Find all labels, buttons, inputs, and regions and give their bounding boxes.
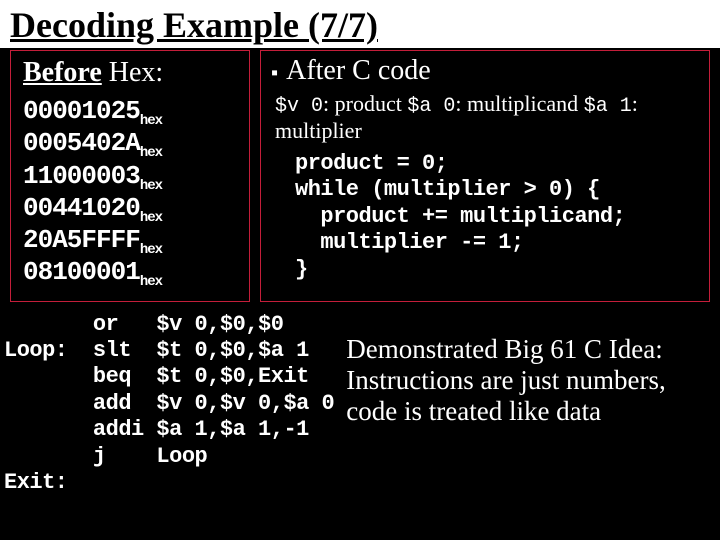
hex-suffix: hex: [140, 275, 162, 291]
hex-suffix: hex: [140, 145, 162, 161]
hex-list: 00001025hex 0005402Ahex 11000003hex 0044…: [23, 97, 237, 291]
bullet-icon: ▪: [271, 62, 278, 84]
reg-a1: $a 1: [584, 95, 632, 118]
hex-value: 00001025: [23, 96, 140, 126]
hex-suffix: hex: [140, 178, 162, 194]
hex-value: 0005402A: [23, 128, 140, 158]
hex-row: 00001025hex: [23, 97, 237, 129]
hex-row: 0005402Ahex: [23, 129, 237, 161]
reg-a0-desc: : multiplicand: [455, 91, 583, 116]
reg-v0-desc: : product: [323, 91, 407, 116]
bottom-row: or $v 0,$0,$0 Loop: slt $t 0,$0,$a 1 beq…: [4, 312, 710, 497]
before-heading: Before Hex:: [23, 57, 237, 89]
hex-suffix: hex: [140, 113, 162, 129]
hex-suffix: hex: [140, 242, 162, 258]
hex-row: 11000003hex: [23, 162, 237, 194]
hex-value: 08100001: [23, 257, 140, 287]
big-idea-text: Demonstrated Big 61 C Idea: Instructions…: [346, 334, 710, 497]
c-code: product = 0; while (multiplier > 0) { pr…: [295, 151, 699, 283]
hex-value: 11000003: [23, 161, 140, 191]
reg-v0: $v 0: [275, 95, 323, 118]
hex-row: 20A5FFFFhex: [23, 226, 237, 258]
reg-a0: $a 0: [407, 95, 455, 118]
top-row: Before Hex: 00001025hex 0005402Ahex 1100…: [10, 50, 710, 302]
hex-value: 20A5FFFF: [23, 225, 140, 255]
after-c-box: ▪ After C code $v 0: product $a 0: multip…: [260, 50, 710, 302]
register-map: $v 0: product $a 0: multiplicand $a 1: m…: [275, 91, 699, 145]
after-heading: ▪ After C code: [271, 55, 699, 87]
hex-row: 00441020hex: [23, 194, 237, 226]
before-heading-rest: Hex:: [102, 57, 163, 88]
before-heading-bold: Before: [23, 57, 102, 88]
before-hex-box: Before Hex: 00001025hex 0005402Ahex 1100…: [10, 50, 250, 302]
hex-suffix: hex: [140, 210, 162, 226]
assembly-code: or $v 0,$0,$0 Loop: slt $t 0,$0,$a 1 beq…: [4, 312, 334, 497]
after-heading-text: After C code: [286, 55, 431, 86]
slide-title: Decoding Example (7/7): [0, 0, 720, 48]
hex-row: 08100001hex: [23, 258, 237, 290]
hex-value: 00441020: [23, 193, 140, 223]
